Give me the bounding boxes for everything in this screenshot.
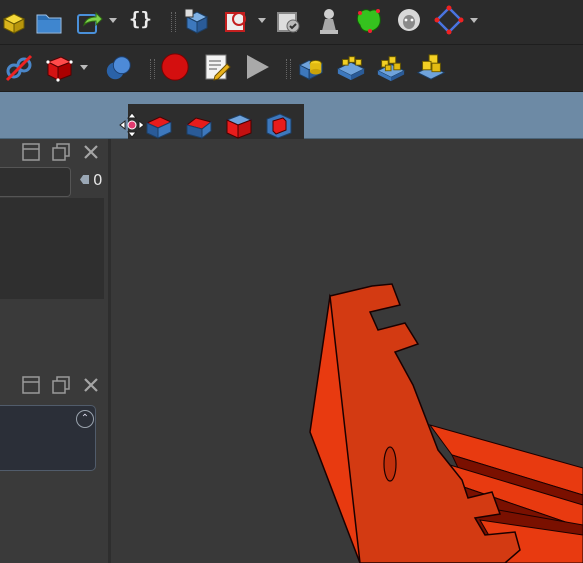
assembly-import-icon[interactable] [296, 52, 326, 82]
chamfer-icon[interactable] [184, 111, 214, 141]
close-icon[interactable] [82, 143, 100, 161]
open-folder-icon[interactable] [34, 7, 64, 37]
chevron-down-icon[interactable] [470, 18, 478, 24]
thickness-icon[interactable] [264, 111, 294, 141]
draft-icon[interactable] [224, 111, 254, 141]
main-toolbar: {} [0, 0, 583, 45]
chevron-down-icon[interactable] [80, 65, 88, 71]
toolbar-separator[interactable] [171, 12, 176, 32]
float-panel-icon[interactable] [52, 143, 70, 161]
result-counter: 0 [80, 171, 103, 189]
float-panel-icon[interactable] [52, 376, 70, 394]
no-dependency-icon[interactable] [4, 53, 34, 83]
move-handle-icon[interactable] [117, 110, 147, 140]
polygon-sketch-icon[interactable] [434, 5, 464, 35]
assembly-array-icon[interactable] [336, 52, 366, 82]
minimize-icon[interactable] [22, 376, 40, 394]
close-icon[interactable] [82, 376, 100, 394]
sketch-icon[interactable] [222, 6, 252, 36]
3d-viewport[interactable] [111, 139, 583, 563]
sheep-icon[interactable] [394, 5, 424, 35]
pawn-icon[interactable] [314, 6, 344, 36]
chevron-down-icon[interactable] [258, 18, 266, 24]
toolbar-separator[interactable] [286, 59, 291, 79]
curly-braces-icon[interactable]: {} [129, 8, 152, 30]
assembly-stack-icon[interactable] [416, 52, 446, 82]
minimize-icon[interactable] [22, 143, 40, 161]
validate-sketch-icon[interactable] [274, 6, 304, 36]
property-panel-titlebar [0, 372, 108, 398]
red-cube-icon[interactable] [44, 53, 74, 83]
tag-icon [80, 175, 89, 184]
model-tree[interactable] [0, 198, 104, 299]
part-design-body-icon[interactable] [180, 6, 210, 36]
parts-icon[interactable] [0, 7, 30, 37]
green-shape-icon[interactable] [354, 5, 384, 35]
tree-panel-titlebar [0, 139, 108, 165]
macro-export-icon[interactable] [74, 7, 104, 37]
secondary-toolbar [0, 45, 583, 92]
assembly-blocks-icon[interactable] [376, 52, 406, 82]
collapse-icon[interactable]: ⌃ [76, 410, 94, 428]
result-count: 0 [93, 171, 103, 189]
toolbar-separator[interactable] [150, 59, 155, 79]
run-macro-icon[interactable] [242, 52, 272, 82]
record-macro-icon[interactable] [160, 52, 190, 82]
part-3d-model[interactable] [111, 139, 583, 563]
boolean-spheres-icon[interactable] [104, 53, 134, 83]
fillet-icon[interactable] [144, 111, 174, 141]
macro-editor-icon[interactable] [202, 52, 232, 82]
chevron-down-icon[interactable] [109, 18, 117, 24]
search-input[interactable] [0, 167, 71, 197]
